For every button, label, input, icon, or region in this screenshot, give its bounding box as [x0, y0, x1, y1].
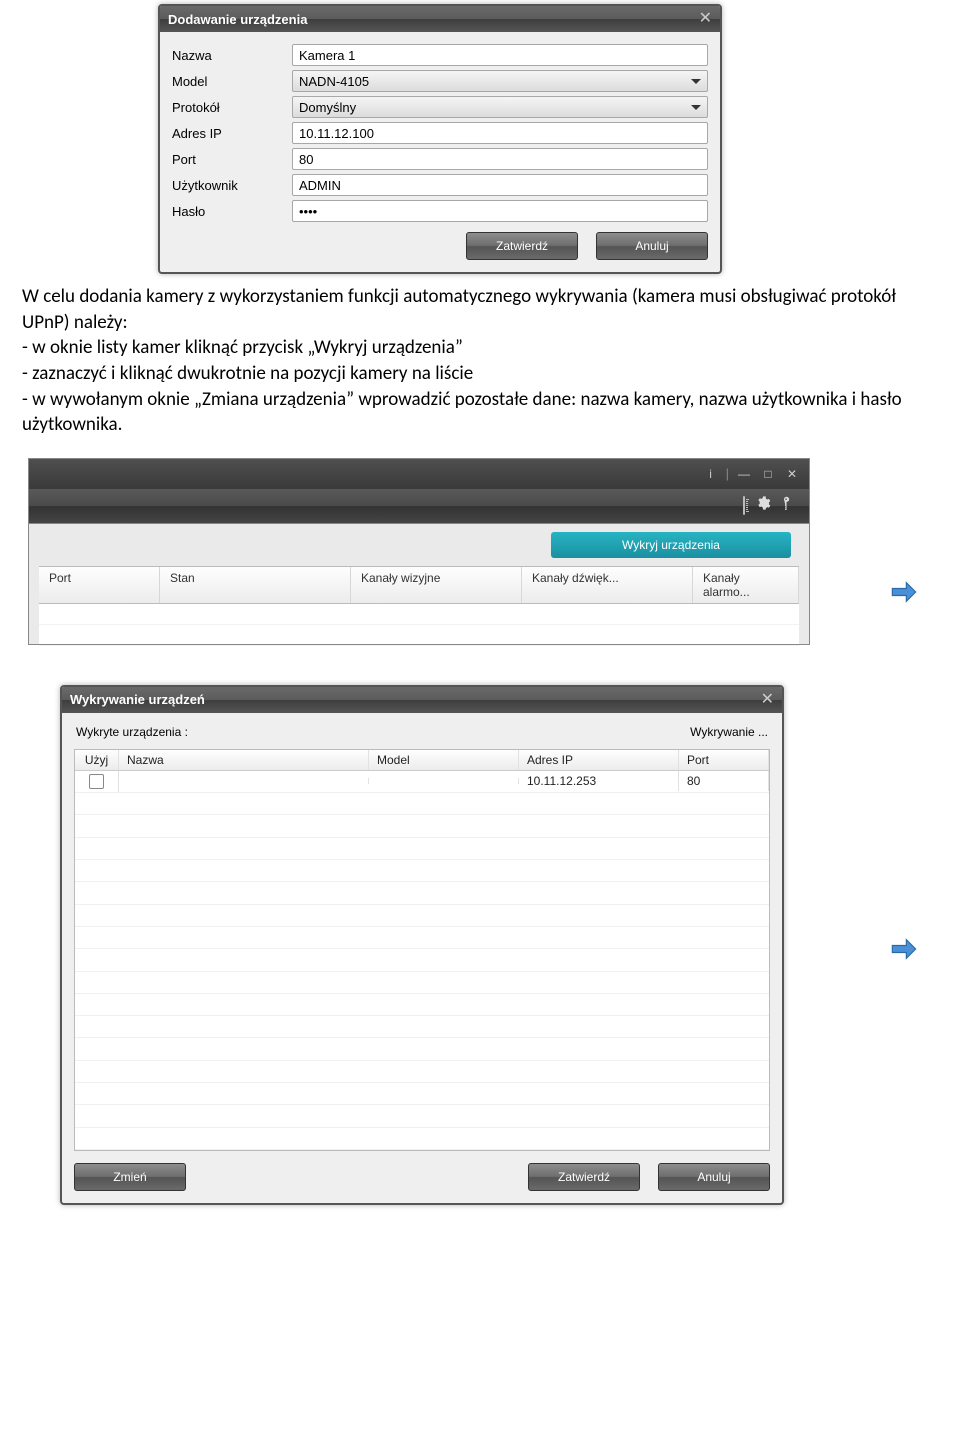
- discover-devices-dialog: Wykrywanie urządzeń ✕ Wykryte urządzenia…: [60, 685, 784, 1205]
- keyboard-icon[interactable]: [743, 497, 745, 515]
- key-icon[interactable]: [781, 496, 795, 515]
- detected-label: Wykryte urządzenia :: [76, 725, 188, 739]
- password-label: Hasło: [172, 204, 292, 219]
- close-icon[interactable]: ✕: [761, 692, 774, 708]
- cell-name: [119, 778, 369, 784]
- app-titlebar: i | — □ ✕: [29, 459, 809, 489]
- name-input[interactable]: Kamera 1: [292, 44, 708, 66]
- instruction-paragraph: W celu dodania kamery z wykorzystaniem f…: [22, 284, 938, 438]
- col-status[interactable]: Stan: [160, 567, 351, 603]
- protocol-combobox[interactable]: Domyślny: [292, 96, 708, 118]
- add-device-dialog: Dodawanie urządzenia ✕ Nazwa Kamera 1 Mo…: [158, 4, 722, 274]
- model-label: Model: [172, 74, 292, 89]
- cancel-button[interactable]: Anuluj: [596, 232, 708, 260]
- cell-ip: 10.11.12.253: [519, 771, 679, 791]
- use-checkbox[interactable]: [89, 774, 104, 789]
- close-icon[interactable]: ✕: [699, 11, 712, 27]
- col-video[interactable]: Kanały wizyjne: [351, 567, 522, 603]
- col-use[interactable]: Użyj: [75, 750, 119, 770]
- password-input[interactable]: ••••: [292, 200, 708, 222]
- col-ip[interactable]: Adres IP: [519, 750, 679, 770]
- minimize-icon[interactable]: —: [735, 467, 753, 481]
- col-port[interactable]: Port: [39, 567, 160, 603]
- dialog-titlebar: Dodawanie urządzenia ✕: [160, 6, 720, 32]
- ip-input[interactable]: 10.11.12.100: [292, 122, 708, 144]
- app-window-snippet: i | — □ ✕ Wykryj urządzenia Port Stan Ka…: [28, 458, 810, 645]
- detected-devices-table: Użyj Nazwa Model Adres IP Port 10.11.12.…: [74, 749, 770, 1151]
- cell-port: 80: [679, 771, 769, 791]
- col-alarm[interactable]: Kanały alarmo...: [693, 567, 799, 603]
- protocol-label: Protokół: [172, 100, 292, 115]
- arrow-right-icon: [890, 578, 918, 606]
- gear-icon[interactable]: [755, 495, 771, 516]
- close-icon[interactable]: ✕: [783, 467, 801, 481]
- port-input[interactable]: 80: [292, 148, 708, 170]
- col-model[interactable]: Model: [369, 750, 519, 770]
- discover-status: Wykrywanie ...: [690, 725, 768, 739]
- info-icon[interactable]: i: [702, 467, 720, 481]
- cancel-button[interactable]: Anuluj: [658, 1163, 770, 1191]
- arrow-right-icon: [890, 935, 918, 963]
- port-label: Port: [172, 152, 292, 167]
- discover-devices-button[interactable]: Wykryj urządzenia: [551, 532, 791, 558]
- dialog-titlebar: Wykrywanie urządzeń ✕: [62, 687, 782, 713]
- col-name[interactable]: Nazwa: [119, 750, 369, 770]
- cell-model: [369, 778, 519, 784]
- device-list-header: Port Stan Kanały wizyjne Kanały dźwięk..…: [39, 566, 799, 604]
- ip-label: Adres IP: [172, 126, 292, 141]
- confirm-button[interactable]: Zatwierdź: [466, 232, 578, 260]
- col-audio[interactable]: Kanały dźwięk...: [522, 567, 693, 603]
- app-toolbar: [29, 489, 809, 523]
- dialog-title: Wykrywanie urządzeń: [70, 692, 205, 707]
- name-label: Nazwa: [172, 48, 292, 63]
- maximize-icon[interactable]: □: [759, 467, 777, 481]
- dialog-title: Dodawanie urządzenia: [168, 12, 307, 27]
- model-combobox[interactable]: NADN-4105: [292, 70, 708, 92]
- user-input[interactable]: ADMIN: [292, 174, 708, 196]
- edit-button[interactable]: Zmień: [74, 1163, 186, 1191]
- confirm-button[interactable]: Zatwierdź: [528, 1163, 640, 1191]
- table-row[interactable]: 10.11.12.253 80: [75, 771, 769, 793]
- user-label: Użytkownik: [172, 178, 292, 193]
- col-port[interactable]: Port: [679, 750, 769, 770]
